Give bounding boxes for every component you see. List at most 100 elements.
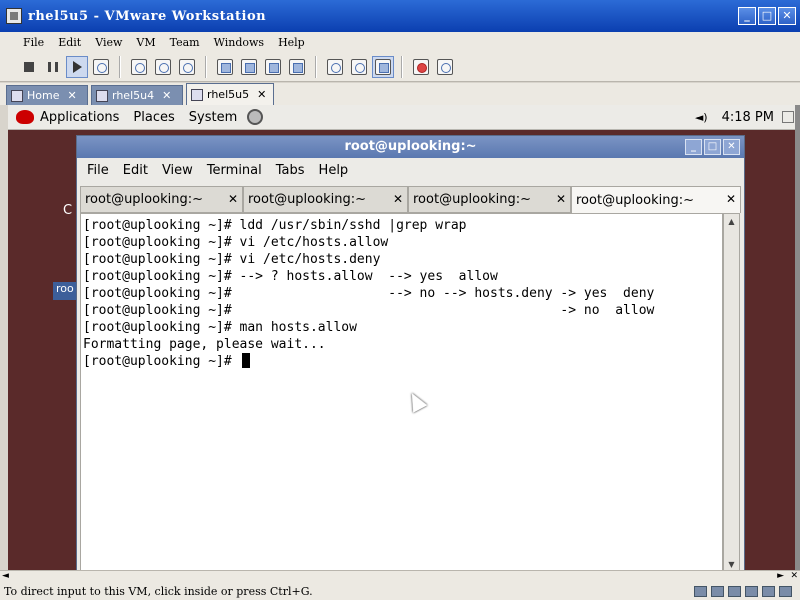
close-icon[interactable]: ✕ — [162, 89, 171, 102]
scroll-down-icon[interactable]: ▼ — [724, 557, 739, 570]
terminal-window-controls: _ □ ✕ — [685, 139, 740, 155]
minimize-button[interactable]: _ — [738, 7, 756, 25]
guest-display[interactable]: Applications Places System ◄) 4:18 PM C … — [8, 105, 800, 570]
hard-disk-icon[interactable] — [694, 586, 707, 597]
terminal-window: root@uplooking:~ _ □ ✕ File Edit View Te… — [76, 135, 745, 570]
menu-view[interactable]: View — [88, 36, 129, 49]
reset-button[interactable] — [90, 56, 112, 78]
tab-rhel5u4[interactable]: rhel5u4 ✕ — [91, 85, 183, 105]
close-icon[interactable]: ✕ — [393, 192, 403, 206]
suspend-button[interactable] — [42, 56, 64, 78]
panel-clock[interactable]: 4:18 PM — [722, 110, 774, 125]
terminal-tab-label: root@uplooking:~ — [413, 192, 531, 207]
tab-home[interactable]: Home ✕ — [6, 85, 88, 105]
text-cursor — [241, 353, 250, 368]
menu-help[interactable]: Help — [271, 36, 312, 49]
desktop-icon-label[interactable]: roo — [53, 282, 77, 300]
snapshot-manager-button[interactable] — [176, 56, 198, 78]
host-toolbar — [0, 52, 800, 82]
host-title-bar[interactable]: rhel5u5 - VMware Workstation _ □ ✕ — [0, 0, 800, 32]
replay-icon — [437, 58, 453, 75]
record-button[interactable] — [410, 56, 432, 78]
terminal-menu-edit[interactable]: Edit — [123, 163, 148, 178]
menu-vm[interactable]: VM — [129, 36, 162, 49]
terminal-menu-tabs[interactable]: Tabs — [276, 163, 305, 178]
terminal-close-button[interactable]: ✕ — [723, 139, 740, 155]
show-sidebar-button[interactable] — [214, 56, 236, 78]
snapshot-icon — [131, 58, 147, 75]
panel-menu-places[interactable]: Places — [133, 110, 174, 125]
terminal-menu-file[interactable]: File — [87, 163, 109, 178]
terminal-tab-2[interactable]: root@uplooking:~ ✕ — [243, 186, 408, 213]
quick-switch-button[interactable] — [238, 56, 260, 78]
host-horizontal-scrollbar[interactable]: ◄ ► ✕ — [0, 570, 800, 584]
terminal-prompt-line[interactable]: [root@uplooking ~]# — [83, 353, 722, 370]
close-button[interactable]: ✕ — [778, 7, 796, 25]
close-icon[interactable]: ✕ — [228, 192, 238, 206]
terminal-title: root@uplooking:~ — [344, 139, 477, 154]
host-status-bar: To direct input to this VM, click inside… — [0, 584, 800, 600]
terminal-menu-view[interactable]: View — [162, 163, 193, 178]
unity-button[interactable] — [286, 56, 308, 78]
menu-edit[interactable]: Edit — [51, 36, 88, 49]
close-icon[interactable]: ✕ — [67, 89, 76, 102]
guest-right-edge — [795, 105, 800, 570]
console-view-button[interactable] — [372, 55, 394, 78]
terminal-tab-1[interactable]: root@uplooking:~ ✕ — [80, 186, 243, 213]
play-icon — [72, 60, 82, 73]
terminal-menu-terminal[interactable]: Terminal — [207, 163, 262, 178]
resize-grip-icon[interactable]: ✕ — [790, 571, 798, 581]
revert-snapshot-button[interactable] — [152, 56, 174, 78]
close-icon[interactable]: ✕ — [726, 192, 736, 206]
volume-icon[interactable]: ◄) — [695, 111, 708, 124]
maximize-button[interactable]: □ — [758, 7, 776, 25]
summary-view-button[interactable] — [324, 56, 346, 78]
terminal-maximize-button[interactable]: □ — [704, 139, 721, 155]
terminal-scrollbar[interactable]: ▲ ▼ — [723, 213, 740, 570]
replay-button[interactable] — [434, 56, 456, 78]
power-off-button[interactable] — [18, 56, 40, 78]
host-menubar: File Edit View VM Team Windows Help — [0, 32, 800, 52]
terminal-tab-4[interactable]: root@uplooking:~ ✕ — [571, 186, 741, 213]
terminal-menu-help[interactable]: Help — [319, 163, 349, 178]
terminal-line: [root@uplooking ~]# --> ? hosts.allow --… — [83, 269, 498, 284]
sound-icon[interactable] — [762, 586, 775, 597]
tab-label: rhel5u5 — [207, 88, 250, 101]
terminal-tabs: root@uplooking:~ ✕ root@uplooking:~ ✕ ro… — [80, 186, 741, 213]
stop-icon — [24, 61, 34, 72]
scroll-left-icon[interactable]: ◄ — [2, 571, 9, 581]
tab-rhel5u5[interactable]: rhel5u5 ✕ — [186, 83, 274, 105]
terminal-line: [root@uplooking ~]# ldd /usr/sbin/sshd |… — [83, 218, 467, 233]
scroll-up-icon[interactable]: ▲ — [724, 214, 739, 229]
panel-applet-icon[interactable] — [782, 111, 794, 123]
desktop-icon-label[interactable]: C — [63, 203, 72, 218]
snapshot-manager-icon — [179, 58, 195, 75]
network-icon[interactable] — [247, 109, 264, 125]
unity-icon — [289, 58, 305, 75]
full-screen-button[interactable] — [262, 56, 284, 78]
revert-icon — [155, 58, 171, 75]
close-icon[interactable]: ✕ — [556, 192, 566, 206]
usb-icon[interactable] — [745, 586, 758, 597]
close-icon[interactable]: ✕ — [257, 88, 266, 101]
menu-team[interactable]: Team — [163, 36, 207, 49]
terminal-output[interactable]: [root@uplooking ~]# ldd /usr/sbin/sshd |… — [80, 213, 723, 570]
terminal-tab-3[interactable]: root@uplooking:~ ✕ — [408, 186, 571, 213]
network-adapter-icon[interactable] — [728, 586, 741, 597]
terminal-prompt: [root@uplooking ~]# — [83, 354, 240, 369]
menu-windows[interactable]: Windows — [207, 36, 271, 49]
toolbar-separator — [315, 55, 317, 78]
scroll-right-icon[interactable]: ► — [777, 571, 784, 581]
reset-icon — [93, 58, 109, 75]
panel-menu-applications[interactable]: Applications — [40, 110, 119, 125]
appliance-view-button[interactable] — [348, 56, 370, 78]
terminal-line: [root@uplooking ~]# -> no allow — [83, 303, 655, 318]
snapshot-button[interactable] — [128, 56, 150, 78]
panel-menu-system[interactable]: System — [189, 110, 237, 125]
cdrom-icon[interactable] — [711, 586, 724, 597]
menu-file[interactable]: File — [16, 36, 51, 49]
terminal-minimize-button[interactable]: _ — [685, 139, 702, 155]
message-icon[interactable] — [779, 586, 792, 597]
terminal-title-bar[interactable]: root@uplooking:~ _ □ ✕ — [77, 136, 744, 158]
power-on-button[interactable] — [66, 55, 88, 78]
